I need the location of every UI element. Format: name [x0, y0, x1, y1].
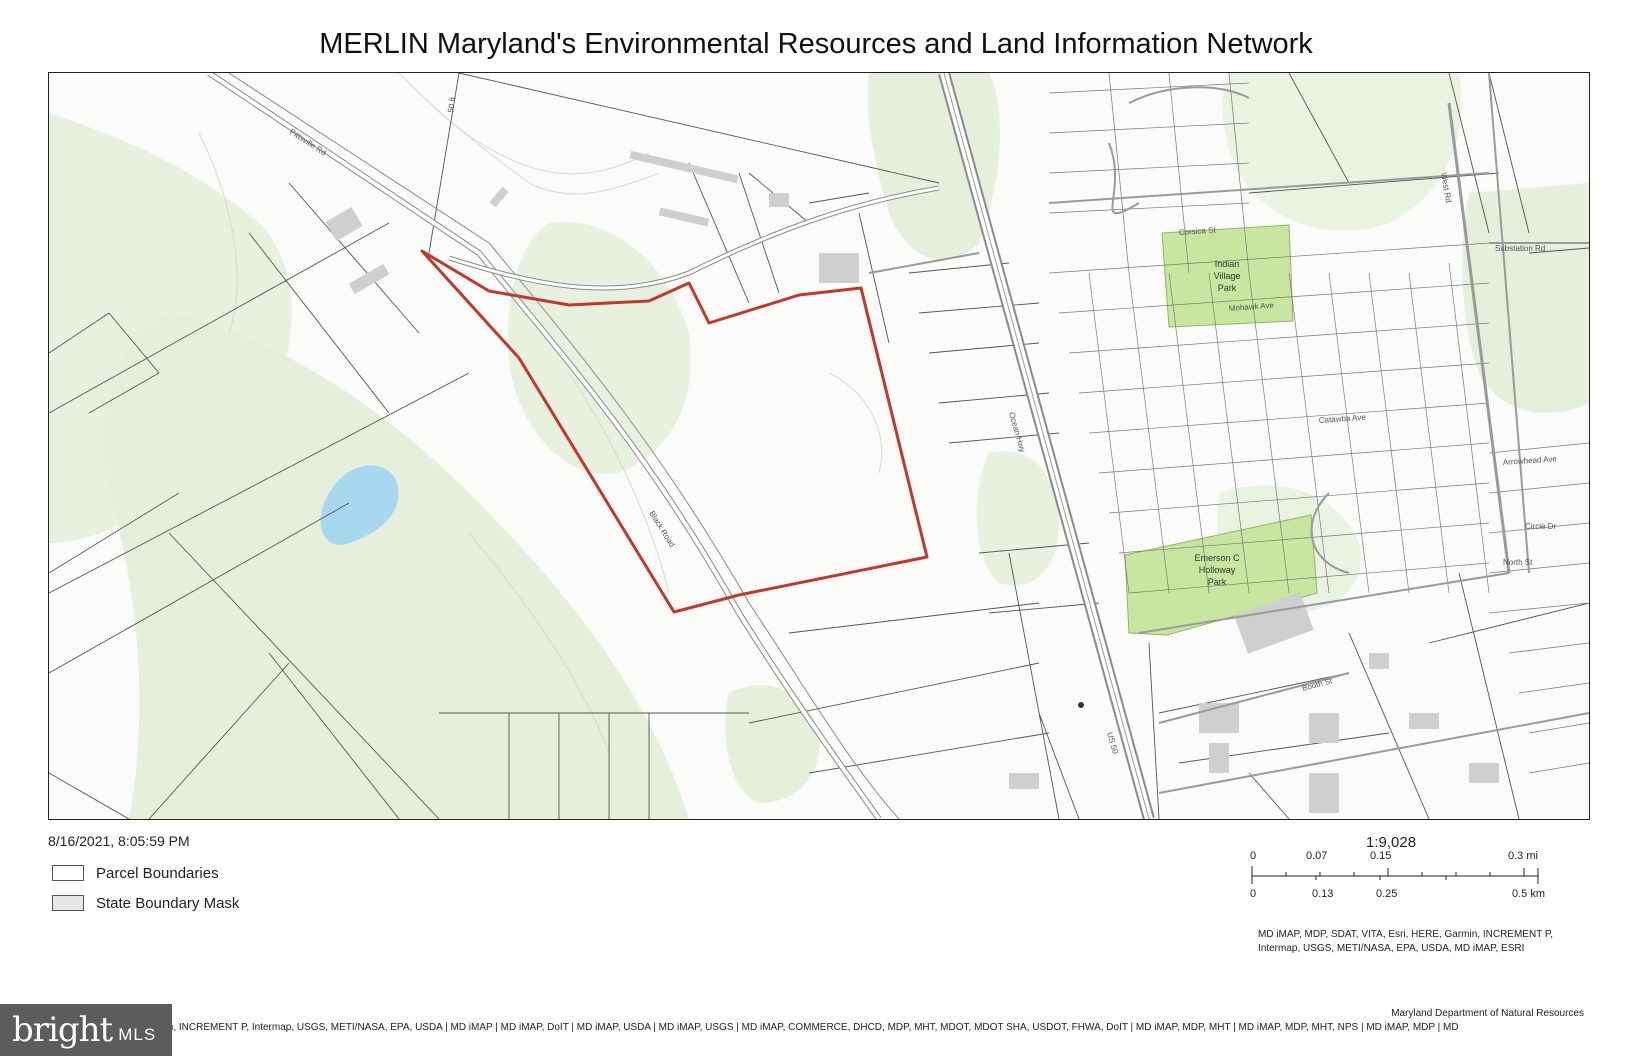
scale-top-tick-1: 0.07: [1306, 850, 1327, 862]
source-attribution: nin, INCREMENT P, Intermap, USGS, METI/N…: [160, 1022, 1459, 1033]
street-label-circle: Circle Dr: [1525, 522, 1556, 531]
street-label-ocean: Ocean Hwy: [1007, 411, 1027, 453]
street-label-pittsville: Pittsville Rd: [288, 127, 328, 157]
street-label-arrowhead: Arrowhead Ave: [1503, 454, 1558, 467]
print-timestamp: 8/16/2021, 8:05:59 PM: [48, 833, 190, 849]
legend-label-mask: State Boundary Mask: [96, 894, 240, 912]
agency-name: Maryland Department of Natural Resources: [1391, 1008, 1584, 1019]
legend-label-parcel: Parcel Boundaries: [96, 864, 219, 882]
scale-top-tick-3: 0.3 mi: [1508, 850, 1538, 862]
legend-item-mask: State Boundary Mask: [52, 888, 239, 918]
street-label-booth: Booth St: [1301, 676, 1334, 693]
watermark-sub: MLS: [118, 1025, 157, 1044]
legend-swatch-mask: [52, 895, 84, 911]
scale-top-tick-2: 0.15: [1370, 850, 1391, 862]
street-label-catawba: Catawba Ave: [1319, 413, 1367, 425]
scale-bottom-tick-0: 0: [1250, 888, 1256, 900]
scale-bottom-tick-1: 0.13: [1312, 888, 1333, 900]
scale-bar: 0 0.07 0.15 0.3 mi 0 0.13 0.25 0.5 km: [1250, 850, 1545, 900]
street-label-us50: US 50: [1105, 731, 1120, 755]
map-legend: Parcel Boundaries State Boundary Mask: [52, 858, 239, 918]
street-label-substation: Substation Rd: [1495, 244, 1545, 253]
scale-bottom-tick-3: 0.5 km: [1512, 888, 1545, 900]
contour-label-50: 50 ft: [446, 96, 458, 114]
legend-swatch-parcel: [52, 865, 84, 881]
park-label-indian-1: Indian: [1215, 259, 1240, 269]
watermark-brand: bright: [12, 1010, 113, 1050]
legend-item-parcel: Parcel Boundaries: [52, 858, 239, 888]
park-label-indian-2: Village: [1214, 271, 1241, 281]
scale-ratio: 1:9,028: [1366, 834, 1417, 851]
map-title: MERLIN Maryland's Environmental Resource…: [319, 28, 1313, 60]
scale-bottom-tick-2: 0.25: [1376, 888, 1397, 900]
bright-mls-watermark: bright MLS: [0, 1004, 172, 1056]
vegetation-layer: [49, 73, 1589, 819]
location-dot: [1078, 702, 1084, 708]
park-label-emerson-2: Holloway: [1199, 565, 1236, 575]
map-credits: MD iMAP, MDP, SDAT, VITA, Esri, HERE, Ga…: [1258, 929, 1554, 954]
park-label-indian-3: Park: [1218, 283, 1237, 293]
street-label-north-st: North St: [1503, 558, 1533, 567]
park-label-emerson-1: Emerson C: [1194, 553, 1240, 563]
map-canvas[interactable]: Indian Village Park Emerson C Holloway P…: [49, 73, 1589, 819]
map-view[interactable]: Indian Village Park Emerson C Holloway P…: [48, 72, 1590, 820]
park-label-emerson-3: Park: [1208, 577, 1227, 587]
street-label-black-rd: Black Road: [647, 509, 676, 548]
scale-top-tick-0: 0: [1250, 850, 1256, 862]
